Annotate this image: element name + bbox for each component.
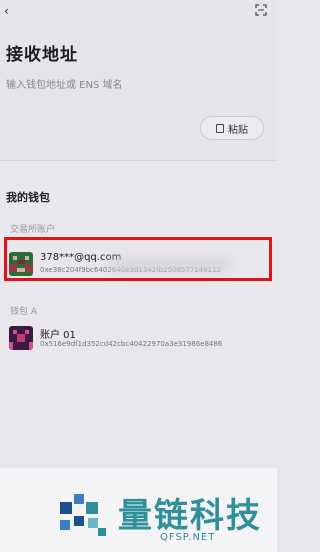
paste-button[interactable]: 粘贴	[200, 116, 264, 140]
account-address: 0x516e9df1d352cd42cbc40422970a3e31986e84…	[40, 340, 223, 348]
exchange-accounts-label: 交易所账户	[10, 225, 56, 235]
watermark-text: 量链科技	[118, 496, 262, 536]
wallet-account-row[interactable]: 账户 01 0x516e9df1d352cd42cbc40422970a3e31…	[0, 326, 277, 358]
address-input-placeholder: 输入钱包地址或 ENS 域名	[6, 80, 123, 91]
wallet-a-label: 钱包 A	[10, 307, 38, 317]
account-name: 账户 01	[40, 330, 76, 341]
paste-label: 粘贴	[228, 124, 248, 136]
back-arrow-icon[interactable]: ‹	[4, 4, 16, 18]
scan-icon[interactable]	[255, 4, 267, 16]
clipboard-icon	[216, 123, 224, 133]
divider	[0, 160, 277, 161]
watermark-url: QFSP.NET	[160, 532, 216, 543]
my-wallets-title: 我的钱包	[6, 191, 50, 204]
watermark-logo-icon	[60, 494, 106, 536]
page-title: 接收地址	[6, 45, 78, 65]
highlight-box	[4, 237, 272, 281]
account-avatar	[9, 326, 33, 350]
